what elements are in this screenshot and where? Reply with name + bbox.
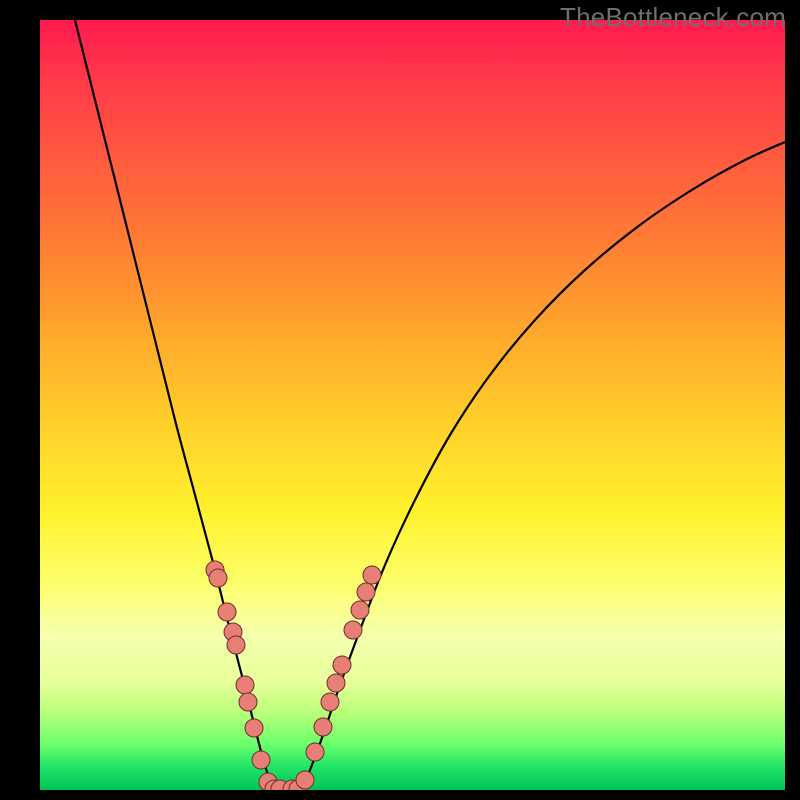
data-marker (296, 771, 314, 789)
markers-left (206, 561, 289, 790)
data-marker (236, 676, 254, 694)
data-marker (239, 693, 257, 711)
data-marker (209, 569, 227, 587)
chart-frame: TheBottleneck.com (0, 0, 800, 800)
data-marker (314, 718, 332, 736)
data-marker (218, 603, 236, 621)
data-marker (363, 566, 381, 584)
data-marker (227, 636, 245, 654)
chart-svg (40, 20, 785, 790)
watermark-text: TheBottleneck.com (560, 2, 786, 33)
data-marker (344, 621, 362, 639)
data-marker (327, 674, 345, 692)
data-marker (252, 751, 270, 769)
data-marker (351, 601, 369, 619)
data-marker (306, 743, 324, 761)
data-marker (333, 656, 351, 674)
curve-right (298, 142, 785, 789)
data-marker (245, 719, 263, 737)
data-marker (321, 693, 339, 711)
data-marker (357, 583, 375, 601)
plot-area (40, 20, 785, 790)
curve-left (75, 20, 275, 789)
markers-right (283, 566, 381, 790)
